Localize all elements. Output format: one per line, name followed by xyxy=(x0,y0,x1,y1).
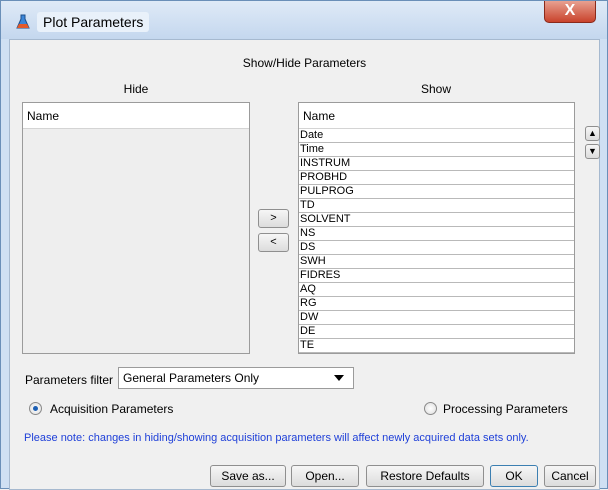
move-up-button[interactable]: ▲ xyxy=(585,126,600,141)
dialog-body: Show/Hide Parameters Hide Show Name > < … xyxy=(9,39,600,490)
show-list-item[interactable]: FIDRES xyxy=(299,269,574,283)
cancel-button[interactable]: Cancel xyxy=(544,465,596,487)
show-list-item[interactable]: AQ xyxy=(299,283,574,297)
save-as-button[interactable]: Save as... xyxy=(210,465,286,487)
filter-selected-value: General Parameters Only xyxy=(123,371,260,385)
show-list-item[interactable]: SWH xyxy=(299,255,574,269)
plot-parameters-window: Plot Parameters X Show/Hide Parameters H… xyxy=(0,0,608,490)
show-list-item[interactable]: Time xyxy=(299,143,574,157)
show-list-item[interactable]: PROBHD xyxy=(299,171,574,185)
parameters-filter-select[interactable]: General Parameters Only xyxy=(118,367,354,389)
filter-label: Parameters filter xyxy=(25,373,114,387)
close-button[interactable]: X xyxy=(544,1,596,23)
panel-heading: Show/Hide Parameters xyxy=(242,56,367,70)
show-list-item[interactable]: NS xyxy=(299,227,574,241)
show-list-column-header[interactable]: Name xyxy=(299,103,574,129)
info-note: Please note: changes in hiding/showing a… xyxy=(24,432,529,444)
app-icon xyxy=(16,14,30,29)
show-list-item[interactable]: DE xyxy=(299,325,574,339)
show-list-item[interactable]: DW xyxy=(299,311,574,325)
title-bar[interactable]: Plot Parameters X xyxy=(1,1,607,39)
move-down-button[interactable]: ▼ xyxy=(585,144,600,159)
show-list-item[interactable]: DS xyxy=(299,241,574,255)
show-list-item[interactable]: TD xyxy=(299,199,574,213)
show-list-item[interactable]: RG xyxy=(299,297,574,311)
show-list[interactable]: Name Date Time INSTRUM PROBHD PULPROG TD SOLVE… xyxy=(298,102,575,354)
show-list-title: Show xyxy=(420,82,452,96)
triangle-down-icon xyxy=(334,375,344,381)
move-to-hide-button[interactable]: < xyxy=(258,233,289,252)
show-list-item[interactable]: TE xyxy=(299,339,574,353)
arrow-down-icon: ▼ xyxy=(588,146,597,156)
restore-defaults-button[interactable]: Restore Defaults xyxy=(366,465,484,487)
acquisition-parameters-radio[interactable] xyxy=(29,402,42,415)
hide-list[interactable]: Name xyxy=(22,102,250,354)
show-list-item[interactable]: PULPROG xyxy=(299,185,574,199)
processing-parameters-label[interactable]: Processing Parameters xyxy=(443,402,568,416)
show-list-item[interactable]: Date xyxy=(299,129,574,143)
close-icon: X xyxy=(564,2,576,19)
window-title: Plot Parameters xyxy=(37,12,150,32)
move-to-show-button[interactable]: > xyxy=(258,209,289,228)
arrow-up-icon: ▲ xyxy=(588,128,597,138)
processing-parameters-radio[interactable] xyxy=(424,402,437,415)
ok-button[interactable]: OK xyxy=(490,465,538,487)
hide-list-title: Hide xyxy=(123,82,149,96)
open-button[interactable]: Open... xyxy=(291,465,359,487)
acquisition-parameters-label[interactable]: Acquisition Parameters xyxy=(50,402,173,416)
show-list-rows: Date Time INSTRUM PROBHD PULPROG TD SOLVENT NS D… xyxy=(299,129,574,353)
show-list-item[interactable]: INSTRUM xyxy=(299,157,574,171)
hide-list-column-header[interactable]: Name xyxy=(23,103,249,129)
show-list-item[interactable]: SOLVENT xyxy=(299,213,574,227)
